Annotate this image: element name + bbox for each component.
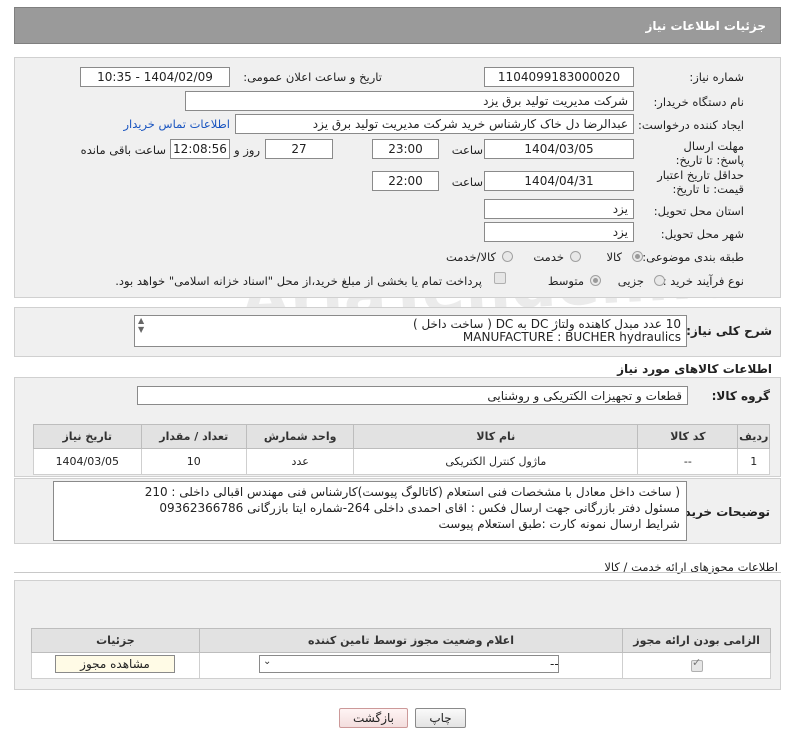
page-title: جزئیات اطلاعات نیاز [645, 18, 766, 33]
scroll-arrows-icon[interactable]: ▲ ▼ [138, 316, 144, 334]
process-minor-label: جزیی [617, 274, 644, 288]
deadline-time-label: ساعت [451, 143, 483, 157]
buyer-org-label: نام دستگاه خریدار: [653, 95, 744, 109]
contact-buyer-link[interactable]: اطلاعات تماس خریدار [123, 117, 230, 131]
day-and-label: روز و [234, 143, 260, 157]
announce-label: تاریخ و ساعت اعلان عمومی: [243, 70, 382, 84]
city-field: یزد [484, 222, 634, 242]
col-required: الزامی بودن ارائه مجوز [622, 628, 771, 653]
category-both-label: کالا/خدمت [445, 250, 496, 264]
cell-code: -- [637, 448, 739, 475]
buyer-org-field: شرکت مدیریت تولید برق یزد [185, 91, 634, 111]
page-header: جزئیات اطلاعات نیاز [14, 7, 781, 44]
col-status: اعلام وضعیت مجوز توسط تامین کننده [198, 628, 624, 653]
cell-qty: 10 [140, 448, 247, 475]
category-label: طبقه بندی موضوعی: [642, 250, 744, 264]
checkmark-icon: ✓ [692, 656, 702, 669]
province-field: یزد [484, 199, 634, 219]
col-unit: واحد شمارش [245, 424, 355, 449]
announce-field: 1404/02/09 - 10:35 [80, 67, 230, 87]
view-permit-button[interactable]: مشاهده مجوز [55, 655, 175, 673]
price-time-label: ساعت [451, 175, 483, 189]
permits-divider [14, 572, 781, 573]
goods-table-header: ردیف کد کالا نام کالا واحد شمارش تعداد /… [33, 424, 770, 449]
deadline-time-field: 23:00 [372, 139, 439, 159]
days-field: 27 [265, 139, 333, 159]
col-qty: تعداد / مقدار [140, 424, 247, 449]
col-row: ردیف [737, 424, 770, 449]
category-goods-label: کالا [606, 250, 622, 264]
table-row: 1 -- ماژول کنترل الکتریکی عدد 10 1404/03… [33, 448, 770, 475]
category-goods-radio[interactable] [632, 251, 643, 262]
goods-table: ردیف کد کالا نام کالا واحد شمارش تعداد /… [33, 424, 770, 475]
city-label: شهر محل تحویل: [660, 227, 744, 241]
creator-field: عبدالرضا دل خاک کارشناس خرید شرکت مدیریت… [235, 114, 634, 134]
creator-label: ایجاد کننده درخواست: [638, 118, 744, 132]
goods-group-field: قطعات و تجهیزات الکتریکی و روشنایی [137, 386, 688, 405]
price-date-field: 1404/04/31 [484, 171, 634, 191]
general-line-2: MANUFACTURE : BUCHER hydraulics [462, 330, 681, 344]
process-minor-radio[interactable] [654, 275, 665, 286]
permits-table-header: الزامی بودن ارائه مجوز اعلام وضعیت مجوز … [31, 628, 771, 653]
cell-unit: عدد [245, 448, 355, 475]
cell-row: 1 [737, 448, 770, 475]
process-label: نوع فرآیند خرید : [662, 274, 744, 288]
notes-line-2: مسئول دفتر بازرگانی جهت ارسال فکس : اقای… [159, 501, 680, 515]
treasury-payment-checkbox[interactable] [494, 272, 506, 284]
category-service-label: خدمت [533, 250, 564, 264]
min-price-label: حداقل تاریخ اعتبار قیمت: تا تاریخ: [657, 168, 744, 196]
col-details: جزئیات [31, 628, 200, 653]
col-date: تاریخ نیاز [33, 424, 142, 449]
deadline-date-field: 1404/03/05 [484, 139, 634, 159]
cell-name: ماژول کنترل الکتریکی [353, 448, 639, 475]
notes-line-3: شرایط ارسال نمونه کارت :طبق استعلام پیوس… [438, 517, 680, 531]
back-button[interactable]: بازگشت [339, 708, 408, 728]
province-label: استان محل تحویل: [653, 204, 744, 218]
col-code: کد کالا [637, 424, 739, 449]
payment-note: پرداخت تمام یا بخشی از مبلغ خرید،از محل … [115, 274, 482, 288]
notes-field: ( ساخت داخل معادل با مشخصات فنی استعلام … [53, 481, 687, 541]
deadline-label: مهلت ارسال پاسخ: تا تاریخ: [675, 139, 744, 167]
general-label: شرح کلی نیاز: [686, 324, 772, 338]
need-number-label: شماره نیاز: [689, 70, 744, 84]
remaining-label: ساعت باقی مانده [80, 143, 166, 157]
goods-section-title: اطلاعات کالاهای مورد نیاز [617, 362, 772, 376]
need-number-field: 1104099183000020 [484, 67, 634, 87]
goods-group-label: گروه کالا: [711, 389, 770, 403]
cell-date: 1404/03/05 [33, 448, 142, 475]
category-both-radio[interactable] [502, 251, 513, 262]
print-button[interactable]: چاپ [415, 708, 466, 728]
permit-status-select[interactable]: -- ⌄ [259, 655, 559, 673]
category-service-radio[interactable] [570, 251, 581, 262]
general-description: 10 عدد مبدل کاهنده ولتاژ DC به DC ( ساخت… [134, 315, 687, 347]
remaining-time-field: 12:08:56 [170, 139, 230, 159]
price-time-field: 22:00 [372, 171, 439, 191]
permit-status-value: -- [550, 657, 559, 671]
notes-line-1: ( ساخت داخل معادل با مشخصات فنی استعلام … [144, 485, 680, 499]
process-medium-label: متوسط [547, 274, 584, 288]
process-medium-radio[interactable] [590, 275, 601, 286]
chevron-down-icon: ⌄ [263, 656, 272, 667]
col-name: نام کالا [353, 424, 639, 449]
